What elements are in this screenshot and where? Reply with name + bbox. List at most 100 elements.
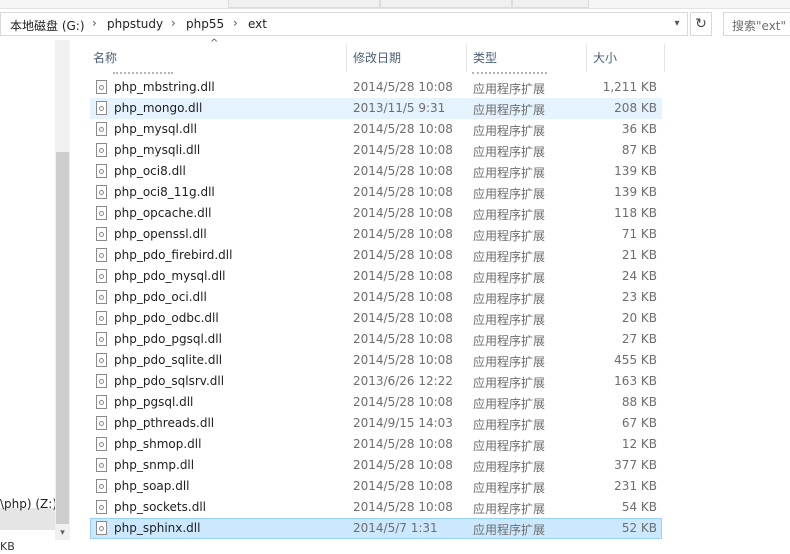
file-type: 应用程序扩展 [473, 82, 546, 96]
status-size-label: KB [0, 540, 15, 553]
chevron-down-icon[interactable]: ▾ [668, 15, 686, 33]
file-date-modified: 2014/5/28 10:08 [353, 122, 453, 136]
file-date-modified: 2014/5/28 10:08 [353, 185, 453, 199]
file-row[interactable]: php_soap.dll 2014/5/28 10:08 应用程序扩展 231 KB [90, 476, 662, 497]
file-name: php_mbstring.dll [114, 80, 215, 94]
file-row[interactable]: php_pdo_sqlite.dll 2014/5/28 10:08 应用程序扩展 4… [90, 350, 662, 371]
list-item-partial[interactable] [90, 70, 662, 76]
file-name: php_mysqli.dll [114, 143, 201, 157]
file-type: 应用程序扩展 [473, 292, 546, 306]
file-date-modified: 2014/9/15 14:03 [353, 416, 453, 430]
breadcrumb-ext[interactable]: ext [248, 17, 267, 31]
breadcrumb-phpstudy[interactable]: phpstudy [107, 17, 163, 31]
nav-item-selected[interactable] [0, 508, 55, 530]
file-date-modified: 2014/5/28 10:08 [353, 500, 453, 514]
nav-scrollbar[interactable]: ▾ [55, 40, 70, 540]
file-name: php_pdo_mysql.dll [114, 269, 226, 283]
file-type: 应用程序扩展 [473, 208, 546, 222]
dll-file-icon [96, 101, 107, 115]
file-row[interactable]: php_shmop.dll 2014/5/28 10:08 应用程序扩展 12 KB [90, 434, 662, 455]
file-date-modified: 2014/5/28 10:08 [353, 332, 453, 346]
dll-file-icon [96, 122, 107, 136]
file-date-modified: 2014/5/28 10:08 [353, 143, 453, 157]
column-header-name[interactable]: 名称 [93, 46, 117, 70]
file-name: php_snmp.dll [114, 458, 195, 472]
file-row[interactable]: php_openssl.dll 2014/5/28 10:08 应用程序扩展 71 K… [90, 224, 662, 245]
file-row[interactable]: php_oci8.dll 2014/5/28 10:08 应用程序扩展 139 KB [90, 161, 662, 182]
file-type: 应用程序扩展 [473, 397, 546, 411]
ribbon-button-partial[interactable] [380, 0, 512, 8]
dll-file-icon [96, 353, 107, 367]
column-divider[interactable] [664, 44, 665, 72]
file-type: 应用程序扩展 [473, 502, 546, 516]
file-row[interactable]: php_opcache.dll 2014/5/28 10:08 应用程序扩展 118 … [90, 203, 662, 224]
file-row[interactable]: php_pdo_oci.dll 2014/5/28 10:08 应用程序扩展 23 K… [90, 287, 662, 308]
file-row[interactable]: php_mongo.dll 2013/11/5 9:31 应用程序扩展 208 KB [90, 98, 662, 119]
file-date-modified: 2014/5/28 10:08 [353, 395, 453, 409]
dll-file-icon [96, 143, 107, 157]
file-row[interactable]: php_pdo_mysql.dll 2014/5/28 10:08 应用程序扩展 24… [90, 266, 662, 287]
file-date-modified: 2014/5/28 10:08 [353, 206, 453, 220]
file-size: 20 KB [621, 311, 657, 325]
dll-file-icon [96, 521, 107, 535]
file-type: 应用程序扩展 [473, 187, 546, 201]
file-type: 应用程序扩展 [473, 124, 546, 138]
file-row[interactable]: php_sockets.dll 2014/5/28 10:08 应用程序扩展 54 K… [90, 497, 662, 518]
file-date-modified: 2014/5/7 1:31 [353, 521, 438, 535]
file-size: 24 KB [621, 269, 657, 283]
file-name: php_oci8_11g.dll [114, 185, 215, 199]
file-row[interactable]: php_mbstring.dll 2014/5/28 10:08 应用程序扩展 1,2… [90, 77, 662, 98]
file-row[interactable]: php_pdo_sqlsrv.dll 2013/6/26 12:22 应用程序扩展 1… [90, 371, 662, 392]
dll-file-icon [96, 395, 107, 409]
dll-file-icon [96, 206, 107, 220]
file-row[interactable]: php_snmp.dll 2014/5/28 10:08 应用程序扩展 377 KB [90, 455, 662, 476]
file-row[interactable]: php_pgsql.dll 2014/5/28 10:08 应用程序扩展 88 KB [90, 392, 662, 413]
breadcrumb-php55[interactable]: php55 [186, 17, 224, 31]
file-size: 118 KB [614, 206, 657, 220]
ribbon-button-partial[interactable] [228, 0, 380, 8]
file-name: php_pdo_oci.dll [114, 290, 207, 304]
file-type: 应用程序扩展 [473, 439, 546, 453]
file-date-modified: 2014/5/28 10:08 [353, 311, 453, 325]
navigation-pane[interactable] [0, 40, 55, 554]
file-row[interactable]: php_mysql.dll 2014/5/28 10:08 应用程序扩展 36 KB [90, 119, 662, 140]
address-bar[interactable]: 本地磁盘 (G:) › phpstudy › php55 › ext ▾ [0, 12, 688, 36]
file-row[interactable]: php_oci8_11g.dll 2014/5/28 10:08 应用程序扩展 139… [90, 182, 662, 203]
scroll-down-icon[interactable]: ▾ [55, 526, 70, 540]
dll-file-icon [96, 416, 107, 430]
dll-file-icon [96, 437, 107, 451]
column-header-date[interactable]: 修改日期 [353, 46, 401, 70]
file-type: 应用程序扩展 [473, 229, 546, 243]
column-header-size[interactable]: 大小 [593, 46, 617, 70]
chevron-right-icon[interactable]: › [92, 16, 97, 30]
column-divider[interactable] [346, 44, 347, 72]
file-row[interactable]: php_pdo_odbc.dll 2014/5/28 10:08 应用程序扩展 20 … [90, 308, 662, 329]
ribbon-button-partial[interactable] [512, 0, 589, 8]
file-date-modified: 2014/5/28 10:08 [353, 437, 453, 451]
chevron-right-icon[interactable]: › [233, 16, 238, 30]
scrollbar-thumb[interactable] [56, 152, 69, 524]
column-divider[interactable] [466, 44, 467, 72]
file-name: php_mongo.dll [114, 101, 203, 115]
chevron-right-icon[interactable]: › [171, 16, 176, 30]
file-name: php_pdo_odbc.dll [114, 311, 219, 325]
refresh-icon[interactable]: ↻ [690, 12, 712, 36]
file-row[interactable]: php_pdo_firebird.dll 2014/5/28 10:08 应用程序扩… [90, 245, 662, 266]
column-divider[interactable] [586, 44, 587, 72]
file-row[interactable]: php_mysqli.dll 2014/5/28 10:08 应用程序扩展 87 KB [90, 140, 662, 161]
file-type: 应用程序扩展 [473, 103, 546, 117]
search-input[interactable]: 搜索"ext" [723, 12, 790, 36]
search-placeholder: 搜索"ext" [732, 19, 787, 33]
file-name: php_pdo_sqlite.dll [114, 353, 223, 367]
file-row[interactable]: php_pdo_pgsql.dll 2014/5/28 10:08 应用程序扩展 27… [90, 329, 662, 350]
column-header-type[interactable]: 类型 [473, 46, 497, 70]
breadcrumb-drive[interactable]: 本地磁盘 (G:) [10, 17, 85, 34]
file-name: php_pthreads.dll [114, 416, 215, 430]
file-name: php_opcache.dll [114, 206, 212, 220]
file-name: php_oci8.dll [114, 164, 186, 178]
nav-item-drive-z[interactable]: \php) (Z:) [0, 497, 57, 511]
file-name: php_mysql.dll [114, 122, 197, 136]
file-row[interactable]: php_sphinx.dll 2014/5/7 1:31 应用程序扩展 52 KB [90, 518, 662, 539]
dll-file-icon [96, 332, 107, 346]
file-row[interactable]: php_pthreads.dll 2014/9/15 14:03 应用程序扩展 67 … [90, 413, 662, 434]
